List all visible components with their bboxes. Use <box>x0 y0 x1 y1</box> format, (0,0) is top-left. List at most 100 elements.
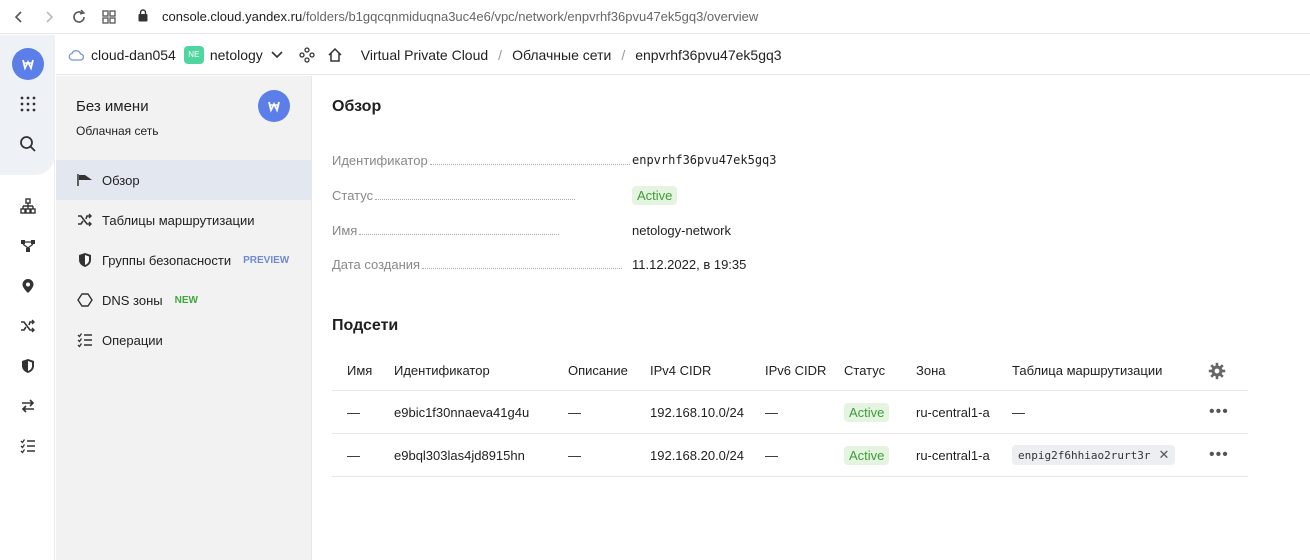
cell-zone: ru-central1-a <box>916 404 990 420</box>
url-path: /folders/b1gqcqnmiduqna3uc4e6/vpc/networ… <box>302 9 759 24</box>
folder-name: netology <box>209 46 263 63</box>
column-header[interactable]: Таблица маршрутизации <box>1012 351 1162 390</box>
tabs-grid-icon[interactable] <box>94 2 124 32</box>
menu-item-operations[interactable]: Операции <box>56 320 312 360</box>
cell-description: — <box>568 404 581 420</box>
subnets-table: Имя Идентификатор Описание IPv4 CIDR IPv… <box>332 351 1248 477</box>
column-header[interactable]: Зона <box>916 351 946 390</box>
gear-icon[interactable] <box>1208 351 1226 390</box>
cell-route-table: enpig2f6hhiao2rurt3r ✕ <box>1012 434 1176 476</box>
lock-icon <box>138 8 148 25</box>
topology-icon[interactable] <box>14 232 42 260</box>
url-domain: console.cloud.yandex.ru <box>162 9 303 24</box>
leader-dots <box>375 190 576 200</box>
panel-title: Без имени <box>76 98 149 115</box>
cell-name: — <box>347 404 360 420</box>
home-icon[interactable] <box>327 47 343 63</box>
row-more-icon[interactable]: ••• <box>1209 391 1229 433</box>
breadcrumb-networks[interactable]: Облачные сети <box>512 47 611 63</box>
prop-value-created: 11.12.2022, в 19:35 <box>632 256 747 272</box>
menu-item-overview[interactable]: Обзор <box>56 160 312 200</box>
cell-ipv4: 192.168.20.0/24 <box>650 447 744 463</box>
shield-icon[interactable] <box>14 352 42 380</box>
services-grid-icon[interactable] <box>14 90 42 118</box>
search-icon[interactable] <box>14 130 42 158</box>
menu-item-label: Таблицы маршрутизации <box>102 212 255 228</box>
folder-selector[interactable]: NE netology <box>183 45 283 64</box>
reload-icon[interactable] <box>64 2 94 32</box>
cell-id[interactable]: e9bic1f30nnaeva41g4u <box>394 391 529 433</box>
checklist-icon <box>76 331 94 349</box>
cell-status: Active <box>844 391 890 433</box>
cloud-icon <box>68 49 84 61</box>
folder-badge: NE <box>183 45 204 64</box>
transfer-icon[interactable] <box>14 392 42 420</box>
leader-dots <box>359 225 560 235</box>
forward-icon[interactable] <box>34 2 64 32</box>
cell-status: Active <box>844 434 890 476</box>
new-badge: NEW <box>174 294 198 306</box>
menu-item-label: Группы безопасности <box>102 252 232 268</box>
prop-value-id[interactable]: enpvrhf36pvu47ek5gq3 <box>632 153 777 167</box>
cell-id[interactable]: e9bql303las4jd8915hn <box>394 434 525 476</box>
column-header[interactable]: Идентификатор <box>394 351 490 390</box>
address-bar[interactable]: console.cloud.yandex.ru/folders/b1gqcqnm… <box>138 8 759 25</box>
menu-item-route-tables[interactable]: Таблицы маршрутизации <box>56 200 312 240</box>
route-table-chip[interactable]: enpig2f6hhiao2rurt3r ✕ <box>1012 445 1176 465</box>
top-header: cloud-dan054 NE netology Virtual Private… <box>56 35 1310 75</box>
cloud-selector[interactable]: cloud-dan054 <box>68 47 176 63</box>
prop-name: Имя netology-network <box>332 220 792 240</box>
chevron-down-icon <box>271 50 283 59</box>
panel-subtitle: Облачная сеть <box>76 124 159 138</box>
breadcrumb: Virtual Private Cloud / Облачные сети / … <box>361 47 782 63</box>
menu-item-dns-zones[interactable]: DNS зоны NEW <box>56 280 312 320</box>
shuffle-icon[interactable] <box>14 312 42 340</box>
cloud-logo-icon[interactable] <box>12 48 44 80</box>
cell-description: — <box>568 447 581 463</box>
subnets-heading: Подсети <box>332 317 399 334</box>
column-header[interactable]: IPv4 CIDR <box>650 351 711 390</box>
prop-id: Идентификатор enpvrhf36pvu47ek5gq3 <box>332 150 792 170</box>
network-icon[interactable] <box>14 192 42 220</box>
cell-ipv6: — <box>765 404 778 420</box>
table-row[interactable]: — e9bql303las4jd8915hn — 192.168.20.0/24… <box>332 434 1248 477</box>
flag-icon <box>76 171 94 189</box>
prop-created: Дата создания 11.12.2022, в 19:35 <box>332 254 792 274</box>
services-icon[interactable] <box>299 46 315 63</box>
shuffle-icon <box>76 211 94 229</box>
prop-label: Дата создания <box>332 256 421 272</box>
breadcrumb-vpc[interactable]: Virtual Private Cloud <box>361 47 488 63</box>
close-icon[interactable]: ✕ <box>1158 447 1169 463</box>
cloud-name: cloud-dan054 <box>91 46 176 63</box>
cell-name: — <box>347 447 360 463</box>
breadcrumb-separator: / <box>621 46 626 63</box>
column-header[interactable]: IPv6 CIDR <box>765 351 826 390</box>
global-nav-rail <box>0 35 55 560</box>
back-icon[interactable] <box>4 2 34 32</box>
main-content: Обзор Идентификатор enpvrhf36pvu47ek5gq3… <box>312 76 1310 560</box>
prop-label: Имя <box>332 222 358 238</box>
menu-item-label: Обзор <box>102 172 140 188</box>
vpc-logo-icon <box>258 90 290 122</box>
breadcrumb-current: enpvrhf36pvu47ek5gq3 <box>635 46 782 63</box>
row-more-icon[interactable]: ••• <box>1209 434 1229 476</box>
table-header-row: Имя Идентификатор Описание IPv4 CIDR IPv… <box>332 351 1248 391</box>
location-pin-icon[interactable] <box>14 272 42 300</box>
menu-item-label: Операции <box>102 332 163 348</box>
overview-heading: Обзор <box>332 98 382 115</box>
table-row[interactable]: — e9bic1f30nnaeva41g4u — 192.168.10.0/24… <box>332 391 1248 434</box>
column-header[interactable]: Описание <box>568 351 628 390</box>
cell-ipv4: 192.168.10.0/24 <box>650 404 744 420</box>
leader-dots <box>422 259 623 269</box>
prop-label: Статус <box>332 187 374 203</box>
prop-value-name: netology-network <box>632 222 731 238</box>
cell-zone: ru-central1-a <box>916 447 990 463</box>
operations-list-icon[interactable] <box>14 432 42 460</box>
prop-status: Статус Active <box>332 185 792 205</box>
column-header[interactable]: Статус <box>844 351 885 390</box>
status-badge: Active <box>632 185 678 205</box>
preview-badge: PREVIEW <box>243 254 290 266</box>
column-header[interactable]: Имя <box>347 351 372 390</box>
shield-icon <box>76 251 94 269</box>
menu-item-security-groups[interactable]: Группы безопасности PREVIEW <box>56 240 312 280</box>
